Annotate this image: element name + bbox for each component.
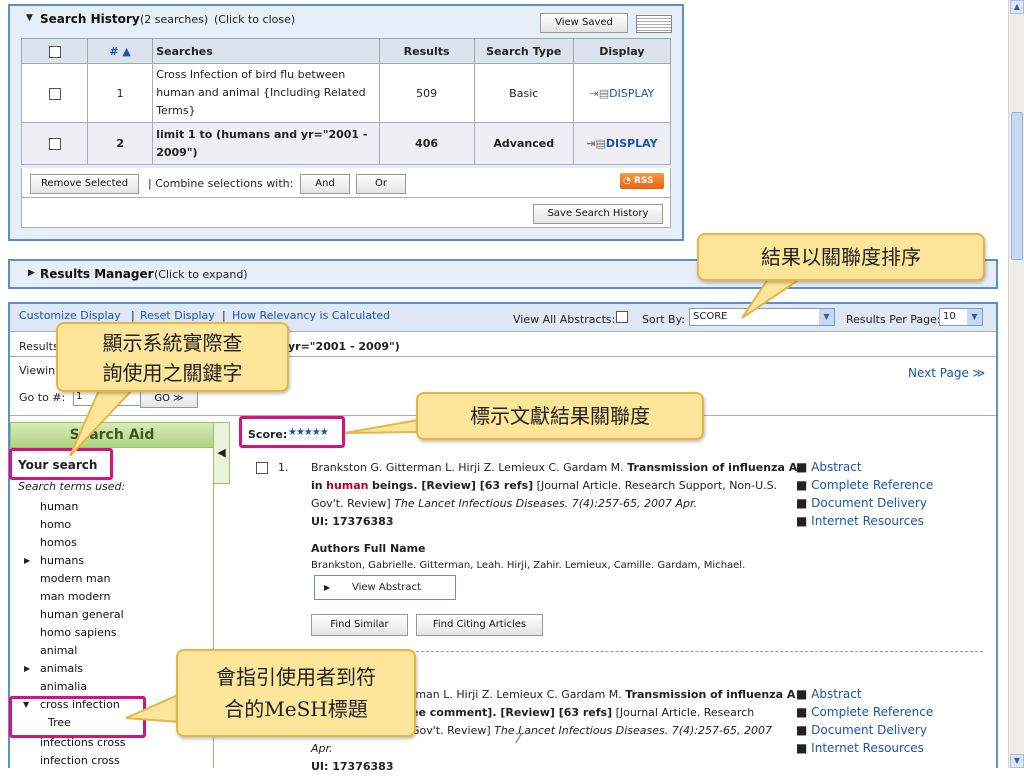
mesh-callout-pointer [125, 692, 181, 724]
vertical-scrollbar[interactable]: ▲ ▼ [1008, 0, 1024, 768]
keywords-callout: 顯示系統實際查 詢使用之關鍵字 [56, 322, 289, 392]
relevance-callout: 標示文獻結果關聯度 [416, 392, 704, 440]
mesh-callout: 會指引使用者到符 合的MeSH標題 [176, 649, 416, 737]
scroll-up-icon[interactable]: ▲ [1010, 0, 1024, 14]
scroll-down-icon[interactable]: ▼ [1010, 754, 1024, 768]
sort-callout-pointer [741, 278, 804, 319]
keywords-callout-pointer [69, 387, 137, 457]
relevance-callout-pointer [344, 418, 419, 434]
scroll-thumb[interactable] [1011, 112, 1023, 260]
sort-relevance-callout: 結果以關聯度排序 [697, 233, 985, 281]
